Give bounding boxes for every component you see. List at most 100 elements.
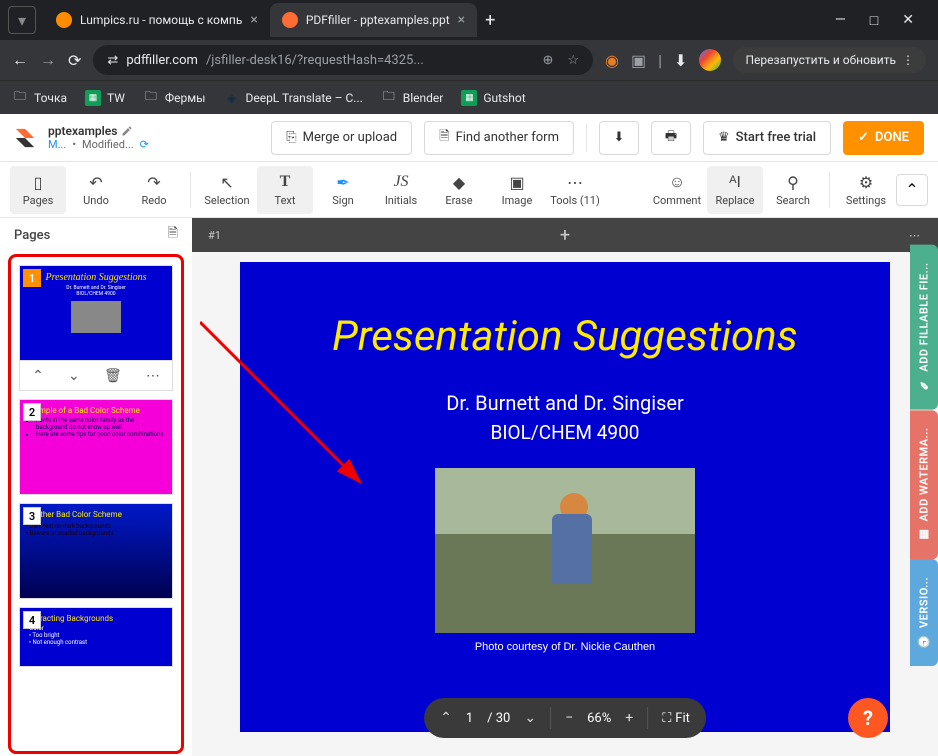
- page-thumb-2[interactable]: Example of a Bad Color Scheme Fonts in t…: [19, 399, 173, 495]
- doc-info: pptexamples M... • Modified... ⟳: [48, 124, 149, 152]
- add-page-icon[interactable]: +: [560, 225, 570, 246]
- fillable-icon: ✎: [918, 378, 931, 392]
- tool-pages[interactable]: ▯Pages: [10, 166, 66, 214]
- print-icon: 🖶: [665, 127, 677, 149]
- nav-reload-icon[interactable]: ⟳: [68, 51, 81, 70]
- help-button[interactable]: ?: [848, 698, 888, 738]
- page-number: 1: [23, 269, 41, 287]
- chevron-up-icon: ⌃: [905, 180, 918, 199]
- downloads-icon[interactable]: ⬇: [674, 51, 687, 70]
- more-icon[interactable]: ⋯: [146, 368, 160, 384]
- fit-button[interactable]: ⛶Fit: [662, 711, 690, 726]
- page-thumb-1[interactable]: Presentation Suggestions Dr. Burnett and…: [19, 265, 173, 391]
- browser-tab-1[interactable]: PDFfiller - pptexamples.ppt ×: [270, 3, 477, 37]
- tab-add-watermark[interactable]: ▦ADD WATERMA...: [910, 410, 938, 559]
- print-button[interactable]: 🖶: [651, 121, 691, 155]
- doc-user[interactable]: M...: [48, 138, 66, 151]
- bookmark-star-icon[interactable]: ☆: [567, 53, 579, 68]
- tool-settings[interactable]: ⚙Settings: [838, 166, 894, 214]
- page-thumb-3[interactable]: Another Bad Color Scheme • Dark text on …: [19, 503, 173, 599]
- move-up-icon[interactable]: ⌃: [32, 368, 44, 384]
- done-button[interactable]: ✓DONE: [843, 121, 924, 155]
- tab-close-icon[interactable]: ×: [458, 12, 465, 28]
- new-tab-button[interactable]: +: [477, 2, 503, 39]
- bookmark-blender[interactable]: 🗀Blender: [381, 90, 444, 106]
- delete-icon[interactable]: 🗑: [104, 368, 122, 384]
- translate-icon[interactable]: ⊕: [542, 53, 553, 68]
- slide-caption: Photo courtesy of Dr. Nickie Cauthen: [475, 641, 655, 653]
- app: pptexamples M... • Modified... ⟳ ⎘Merge …: [0, 114, 938, 756]
- site-settings-icon[interactable]: ⇄: [107, 53, 118, 68]
- download-button[interactable]: ⬇: [599, 121, 639, 155]
- pages-list[interactable]: Presentation Suggestions Dr. Burnett and…: [8, 254, 184, 754]
- page-options-icon[interactable]: 🗎: [168, 224, 178, 246]
- address-bar[interactable]: ⇄ pdffiller.com/jsfiller-desk16/?request…: [93, 45, 593, 75]
- merge-button[interactable]: ⎘Merge or upload: [271, 121, 412, 155]
- edit-title-icon[interactable]: [121, 125, 133, 137]
- tool-replace[interactable]: ᴬIReplace: [707, 166, 763, 214]
- close-icon[interactable]: ✕: [902, 12, 914, 29]
- tool-comment[interactable]: ☺Comment: [649, 166, 705, 214]
- page-thumb-4[interactable]: Distracting Backgrounds • Color • Too br…: [19, 607, 173, 667]
- thumb-preview: Another Bad Color Scheme • Dark text on …: [19, 503, 173, 599]
- page-number: 2: [23, 403, 41, 421]
- canvas-header: #1 + ⋯: [192, 218, 938, 252]
- slide-viewport[interactable]: Presentation Suggestions Dr. Burnett and…: [192, 252, 938, 756]
- bookmark-tw[interactable]: ▦TW: [85, 90, 125, 106]
- maximize-icon[interactable]: □: [870, 12, 878, 29]
- bookmark-fermy[interactable]: 🗀Фермы: [143, 90, 206, 106]
- text-icon: T: [275, 172, 295, 192]
- browser-tab-0[interactable]: Lumpics.ru - помощь с компь ×: [44, 3, 270, 37]
- extension-icon[interactable]: ◉: [605, 51, 619, 70]
- deepl-icon: ◈: [223, 90, 239, 106]
- sign-icon: ✒: [333, 172, 353, 192]
- tool-erase[interactable]: ◆Erase: [431, 166, 487, 214]
- image-icon: ▣: [507, 172, 527, 192]
- tool-selection[interactable]: ↖Selection: [199, 166, 255, 214]
- tab-add-fillable[interactable]: ✎ADD FILLABLE FIE...: [910, 245, 938, 410]
- tool-text[interactable]: TText: [257, 166, 313, 214]
- sheets-icon: ▦: [461, 90, 477, 106]
- bookmark-tochka[interactable]: 🗀Точка: [12, 90, 67, 106]
- tool-sign[interactable]: ✒Sign: [315, 166, 371, 214]
- total-pages: / 30: [487, 711, 510, 726]
- comment-icon: ☺: [667, 172, 687, 192]
- zoom-level: 66%: [587, 711, 611, 726]
- nav-back-icon[interactable]: ←: [12, 50, 28, 70]
- tool-redo[interactable]: ↷Redo: [126, 166, 182, 214]
- zoom-out-icon[interactable]: −: [565, 710, 573, 726]
- tool-initials[interactable]: JSInitials: [373, 166, 429, 214]
- menu-dots-icon[interactable]: ⋮: [902, 53, 914, 67]
- zoom-in-icon[interactable]: +: [625, 710, 633, 726]
- slide-subtitle-2: BIOL/CHEM 4900: [491, 421, 640, 444]
- slide-content: Presentation Suggestions Dr. Burnett and…: [240, 262, 890, 732]
- next-page-icon[interactable]: ⌄: [524, 710, 536, 726]
- find-form-button[interactable]: 🗎Find another form: [424, 121, 574, 155]
- current-page[interactable]: 1: [466, 711, 473, 726]
- folder-icon: 🗀: [381, 90, 397, 106]
- tab-search-icon[interactable]: ▾: [8, 6, 36, 34]
- restart-button[interactable]: Перезапустить и обновить ⋮: [733, 47, 926, 73]
- bookmark-deepl[interactable]: ◈DeepL Translate – C...: [223, 90, 362, 106]
- separator: [190, 172, 191, 208]
- canvas-more-icon[interactable]: ⋯: [909, 229, 922, 242]
- bookmarks-bar: 🗀Точка ▦TW 🗀Фермы ◈DeepL Translate – C..…: [0, 80, 938, 114]
- move-down-icon[interactable]: ⌄: [68, 368, 80, 384]
- tool-more-tools[interactable]: ⋯Tools (11): [547, 166, 603, 214]
- minimize-icon[interactable]: —: [835, 12, 846, 29]
- pages-icon: ▯: [28, 172, 48, 192]
- tab-versions[interactable]: 🕘VERSIO...: [910, 559, 938, 666]
- bookmark-gutshot[interactable]: ▦Gutshot: [461, 90, 525, 106]
- profile-avatar[interactable]: [699, 49, 721, 71]
- tool-image[interactable]: ▣Image: [489, 166, 545, 214]
- prev-page-icon[interactable]: ⌃: [440, 710, 452, 726]
- start-trial-button[interactable]: ♛Start free trial: [703, 121, 831, 155]
- tool-undo[interactable]: ↶Undo: [68, 166, 124, 214]
- nav-forward-icon[interactable]: →: [40, 50, 56, 70]
- collapse-toolbar-button[interactable]: ⌃: [896, 174, 928, 206]
- replace-icon: ᴬI: [725, 172, 745, 192]
- tab-close-icon[interactable]: ×: [250, 12, 257, 28]
- slide-image: [435, 468, 695, 633]
- tool-search[interactable]: ⚲Search: [765, 166, 821, 214]
- extensions-icon[interactable]: ▣: [631, 51, 646, 70]
